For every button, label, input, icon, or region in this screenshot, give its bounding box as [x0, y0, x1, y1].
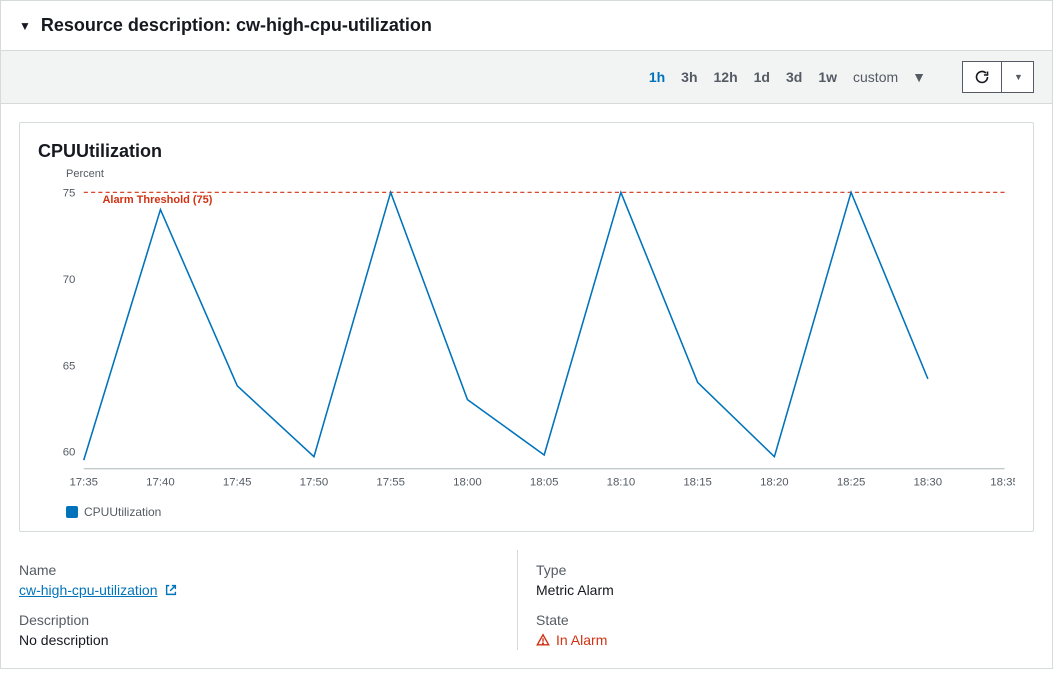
meta-label-name: Name: [19, 562, 517, 578]
svg-text:17:35: 17:35: [69, 476, 98, 488]
svg-text:18:15: 18:15: [683, 476, 712, 488]
state-text: In Alarm: [556, 632, 607, 648]
resource-name-link[interactable]: cw-high-cpu-utilization: [19, 582, 178, 598]
svg-text:18:25: 18:25: [837, 476, 866, 488]
time-range-1w[interactable]: 1w: [810, 65, 845, 89]
svg-text:18:20: 18:20: [760, 476, 789, 488]
panel-header[interactable]: ▼ Resource description: cw-high-cpu-util…: [1, 1, 1052, 51]
time-range-3h[interactable]: 3h: [673, 65, 705, 89]
caret-down-icon: ▼: [1014, 72, 1023, 82]
meta-value-state: In Alarm: [536, 632, 607, 648]
meta-label-type: Type: [536, 562, 1034, 578]
panel-title: Resource description: cw-high-cpu-utiliz…: [41, 15, 432, 36]
svg-text:17:45: 17:45: [223, 476, 252, 488]
legend-swatch: [66, 506, 78, 518]
svg-text:17:55: 17:55: [376, 476, 405, 488]
svg-text:18:35: 18:35: [990, 476, 1015, 488]
resource-name-text: cw-high-cpu-utilization: [19, 582, 158, 598]
svg-text:18:05: 18:05: [530, 476, 559, 488]
time-range-custom[interactable]: custom ▼: [845, 61, 946, 93]
svg-text:60: 60: [63, 447, 76, 459]
svg-text:17:50: 17:50: [300, 476, 329, 488]
svg-text:18:10: 18:10: [607, 476, 636, 488]
svg-text:18:00: 18:00: [453, 476, 482, 488]
meta-value-type: Metric Alarm: [536, 582, 1034, 598]
chart-legend: CPUUtilization: [66, 505, 1015, 519]
legend-label: CPUUtilization: [84, 505, 161, 519]
svg-text:75: 75: [63, 187, 76, 199]
metadata-grid: Name cw-high-cpu-utilization Description…: [1, 550, 1052, 668]
chart-card: CPUUtilization Percent 60 65 70 75 17:35 17:4…: [19, 122, 1034, 532]
time-range-1d[interactable]: 1d: [746, 65, 778, 89]
chart-y-axis-label: Percent: [66, 168, 1015, 180]
svg-text:65: 65: [63, 360, 76, 372]
time-range-3d[interactable]: 3d: [778, 65, 810, 89]
chart-svg: 60 65 70 75 17:35 17:40 17:45 17:50 17:55 18:00 18…: [38, 184, 1015, 496]
time-range-group: 1h3h12h1d3d1wcustom ▼: [641, 61, 946, 93]
time-range-12h[interactable]: 12h: [706, 65, 746, 89]
refresh-icon: [974, 69, 990, 85]
svg-text:17:40: 17:40: [146, 476, 175, 488]
refresh-button[interactable]: [962, 61, 1002, 93]
meta-label-description: Description: [19, 612, 517, 628]
chart-toolbar: 1h3h12h1d3d1wcustom ▼ ▼: [1, 51, 1052, 104]
chart-plot-area[interactable]: 60 65 70 75 17:35 17:40 17:45 17:50 17:55 18:00 18…: [38, 184, 1015, 499]
svg-text:70: 70: [63, 274, 76, 286]
chart-title: CPUUtilization: [38, 141, 1015, 162]
time-range-1h[interactable]: 1h: [641, 65, 673, 89]
alarm-threshold-label: Alarm Threshold (75): [102, 194, 212, 206]
meta-label-state: State: [536, 612, 1034, 628]
refresh-dropdown-button[interactable]: ▼: [1002, 61, 1034, 93]
meta-value-description: No description: [19, 632, 517, 648]
alarm-triangle-icon: [536, 633, 550, 647]
external-link-icon: [164, 583, 178, 597]
caret-down-icon: ▼: [904, 65, 934, 89]
svg-text:18:30: 18:30: [914, 476, 943, 488]
caret-down-icon: ▼: [19, 19, 31, 33]
